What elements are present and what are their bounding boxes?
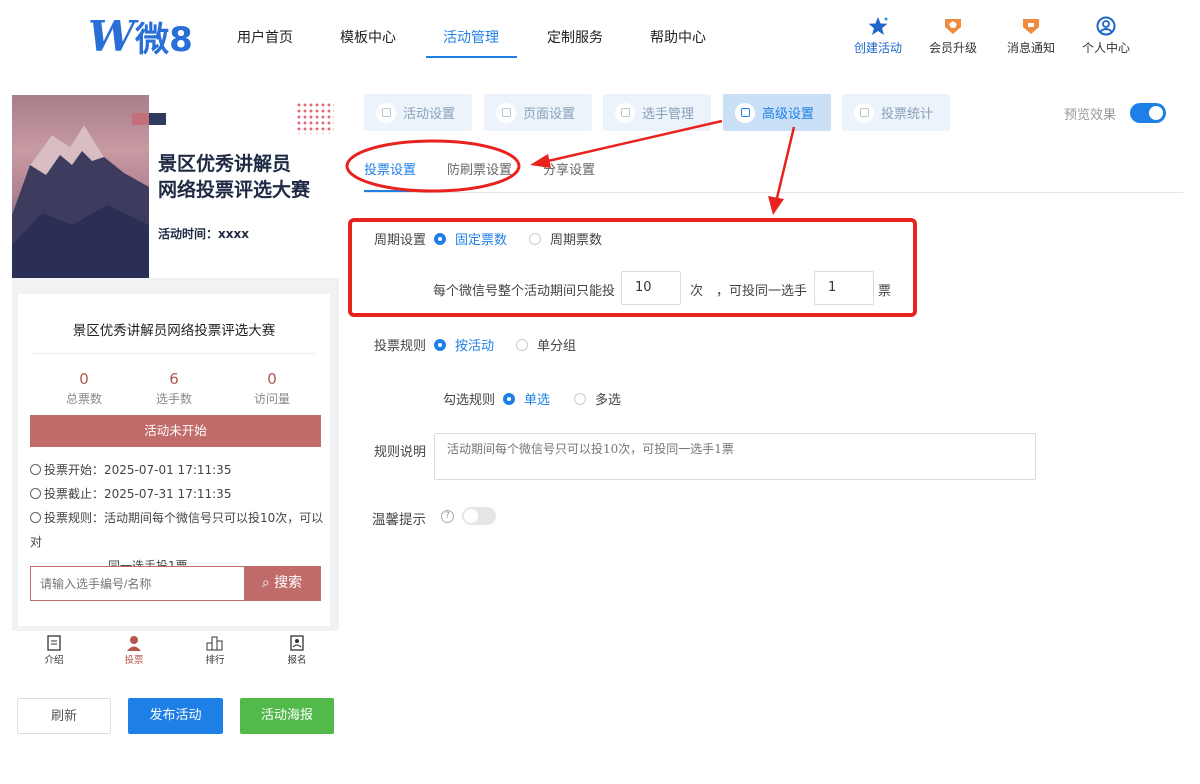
list-icon (854, 102, 874, 123)
page-icon (496, 102, 516, 123)
document-icon (47, 635, 61, 651)
personal-center-label: 个人中心 (1081, 41, 1130, 55)
search-icon: ⌕ (261, 575, 270, 591)
same-player-unit: 票 (878, 284, 892, 299)
nav-custom-service[interactable]: 定制服务 (547, 27, 603, 47)
limit-unit: 次 (690, 284, 704, 299)
activity-status-badge: 活动未开始 (30, 415, 321, 447)
sliders-icon (735, 102, 755, 123)
subtab-share-settings[interactable]: 分享设置 (543, 159, 595, 178)
check-rule-label: 勾选规则 (443, 393, 496, 408)
player-search-input[interactable] (31, 567, 245, 600)
preview-effect-toggle[interactable] (1130, 103, 1166, 123)
vote-rule-label: 投票规则 (374, 339, 427, 354)
vote-limit-input[interactable]: 10 (621, 271, 681, 305)
activity-banner: 景区优秀讲解员 网络投票评选大赛 活动时间：xxxx (12, 95, 339, 278)
stat-player-count: 6 选手数 (155, 370, 192, 406)
radio-multi-select[interactable]: 多选 (574, 389, 621, 408)
radio-fixed-votes[interactable]: 固定票数 (434, 229, 507, 248)
tip-toggle[interactable] (462, 507, 496, 525)
limit-text-mid: ，可投同一选手 (716, 284, 808, 299)
radio-single-group[interactable]: 单分组 (516, 335, 576, 354)
refresh-button[interactable]: 刷新 (17, 698, 111, 734)
banner-title-line2: 网络投票评选大赛 (158, 179, 311, 201)
preview-effect-label: 预览效果 (1064, 108, 1117, 123)
tab-advanced-settings[interactable]: 高级设置 (723, 94, 831, 131)
nav-activity-manage[interactable]: 活动管理 (443, 27, 499, 47)
preview-tabbar: 介绍 投票 排行 报名 (12, 631, 339, 675)
vote-start-row: 投票开始：2025-07-01 17:11:35 (30, 458, 231, 482)
create-activity-label: 创建活动 (853, 41, 902, 55)
stat-visits: 0 访问量 (253, 370, 290, 406)
signup-icon (290, 635, 304, 651)
help-icon[interactable]: ? (441, 510, 454, 523)
tab-vote-stats[interactable]: 投票统计 (842, 94, 950, 131)
radio-single-select[interactable]: 单选 (503, 389, 550, 408)
search-button[interactable]: ⌕ 搜索 (244, 567, 320, 600)
subtab-active-underline (364, 190, 412, 192)
mobile-preview: 景区优秀讲解员 网络投票评选大赛 活动时间：xxxx 景区优秀讲解员网络投票评选… (12, 95, 339, 675)
nav-active-underline (426, 56, 517, 58)
tabbar-signup[interactable]: 报名 (267, 635, 327, 666)
top-header: W 微8 用户首页 模板中心 活动管理 定制服务 帮助中心 创建活动 会员升级 … (0, 0, 1200, 78)
nav-user-home[interactable]: 用户首页 (237, 27, 293, 47)
tabbar-intro[interactable]: 介绍 (24, 635, 84, 666)
crown-shield-icon (945, 19, 961, 34)
banner-dot-pattern (296, 102, 334, 134)
star-icon (868, 17, 888, 35)
subtab-anti-cheat-settings[interactable]: 防刷票设置 (447, 159, 512, 178)
rule-desc-textarea[interactable] (434, 433, 1036, 480)
logo-text: 微8 (135, 19, 193, 60)
tabbar-rank[interactable]: 排行 (185, 635, 245, 666)
banner-decoration-block (149, 113, 166, 125)
subtab-divider (364, 192, 1183, 193)
banner-title: 景区优秀讲解员 网络投票评选大赛 (158, 151, 336, 203)
member-upgrade-button[interactable]: 会员升级 (923, 16, 983, 56)
stat-total-votes: 0 总票数 (65, 370, 102, 406)
tab-activity-settings[interactable]: 活动设置 (364, 94, 472, 131)
create-activity-button[interactable]: 创建活动 (848, 16, 908, 56)
activity-title: 景区优秀讲解员网络投票评选大赛 (72, 323, 276, 339)
publish-activity-button[interactable]: 发布活动 (128, 698, 223, 734)
vote-end-row: 投票截止：2025-07-31 17:11:35 (30, 482, 231, 506)
message-notice-button[interactable]: 消息通知 (1001, 16, 1061, 56)
same-player-input[interactable]: 1 (814, 271, 874, 305)
tip-label: 温馨提示 (372, 512, 426, 528)
subtab-vote-settings[interactable]: 投票设置 (364, 159, 416, 178)
user-icon (615, 102, 635, 123)
radio-cycle-votes[interactable]: 周期票数 (529, 229, 602, 248)
radio-by-activity[interactable]: 按活动 (434, 335, 494, 354)
tab-page-settings[interactable]: 页面设置 (484, 94, 592, 131)
heart-icon (376, 102, 396, 123)
activity-poster-button[interactable]: 活动海报 (240, 698, 334, 734)
personal-center-button[interactable]: 个人中心 (1076, 16, 1136, 56)
mountain-banner-image (12, 95, 149, 278)
nav-template-center[interactable]: 模板中心 (340, 27, 396, 47)
banner-activity-time: 活动时间：xxxx (158, 227, 249, 241)
message-notice-label: 消息通知 (1006, 41, 1055, 55)
divider (32, 353, 316, 354)
logo-mark: W (88, 11, 135, 61)
banner-title-line1: 景区优秀讲解员 (158, 153, 292, 175)
period-setting-label: 周期设置 (374, 233, 427, 248)
info-icon (30, 512, 41, 523)
rule-desc-label: 规则说明 (374, 445, 427, 460)
bell-shield-icon (1023, 19, 1039, 34)
clock-icon (30, 464, 41, 475)
nav-help-center[interactable]: 帮助中心 (650, 27, 706, 47)
limit-text-before: 每个微信号整个活动期间只能投 (433, 284, 616, 299)
user-circle-icon (1096, 16, 1116, 36)
brand-logo[interactable]: W 微8 (88, 11, 193, 61)
bar-chart-icon (206, 636, 223, 651)
clock-icon (30, 488, 41, 499)
member-upgrade-label: 会员升级 (928, 41, 977, 55)
player-search: ⌕ 搜索 (30, 566, 321, 601)
tabbar-vote[interactable]: 投票 (104, 635, 164, 666)
user-icon (127, 636, 141, 651)
tab-player-manage[interactable]: 选手管理 (603, 94, 711, 131)
activity-info-card: 景区优秀讲解员网络投票评选大赛 0 总票数 6 选手数 0 访问量 活动未开始 … (18, 294, 330, 626)
